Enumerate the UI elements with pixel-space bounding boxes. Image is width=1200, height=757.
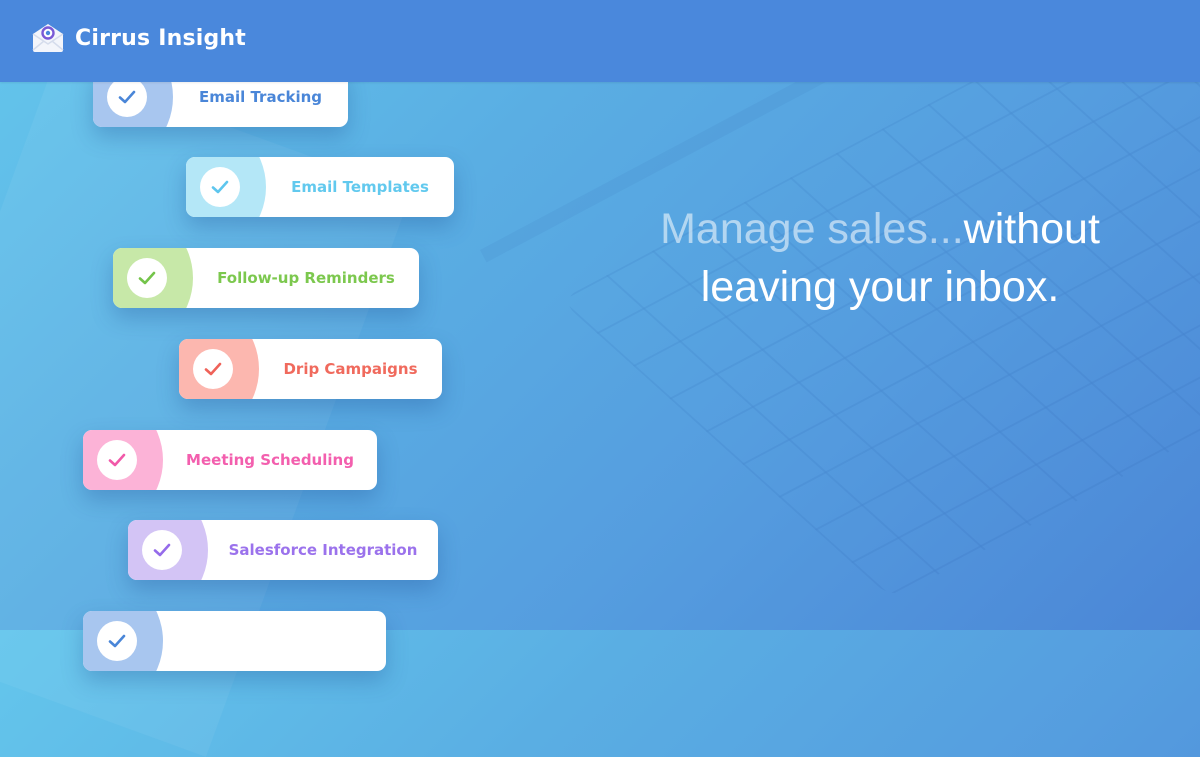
headline-bright-text-2: leaving your inbox. <box>700 263 1060 311</box>
feature-card-meeting-scheduling: Meeting Scheduling <box>83 430 377 490</box>
checkmark-icon <box>211 180 229 194</box>
check-circle <box>193 349 233 389</box>
checkmark-icon <box>153 543 171 557</box>
feature-card-drip-campaigns: Drip Campaigns <box>179 339 442 399</box>
feature-card-partial <box>83 611 386 671</box>
hero-headline: Manage sales...without leaving your inbo… <box>600 200 1160 316</box>
feature-card-email-templates: Email Templates <box>186 157 454 217</box>
top-header-bar: Cirrus Insight <box>0 0 1200 82</box>
check-circle <box>142 530 182 570</box>
feature-label: Meeting Scheduling <box>186 451 354 469</box>
feature-label: Salesforce Integration <box>228 541 418 559</box>
feature-card-salesforce-integration: Salesforce Integration <box>128 520 438 580</box>
check-circle <box>107 77 147 117</box>
brand-logo[interactable]: Cirrus Insight <box>30 22 246 54</box>
feature-label: Email Templates <box>291 178 429 196</box>
check-circle <box>200 167 240 207</box>
headline-muted-text: Manage sales... <box>660 205 964 253</box>
check-circle <box>97 621 137 661</box>
checkmark-icon <box>108 634 126 648</box>
check-circle <box>97 440 137 480</box>
brand-name: Cirrus Insight <box>75 25 247 51</box>
checkmark-icon <box>204 362 222 376</box>
feature-card-follow-up-reminders: Follow-up Reminders <box>113 248 419 308</box>
headline-bright-text-1: without <box>963 205 1100 253</box>
feature-label: Drip Campaigns <box>283 360 418 378</box>
checkmark-icon <box>138 271 156 285</box>
checkmark-icon <box>108 453 126 467</box>
feature-label <box>163 611 386 671</box>
feature-label: Follow-up Reminders <box>217 269 395 287</box>
envelope-eye-icon <box>32 24 64 52</box>
check-circle <box>127 258 167 298</box>
checkmark-icon <box>118 90 136 104</box>
